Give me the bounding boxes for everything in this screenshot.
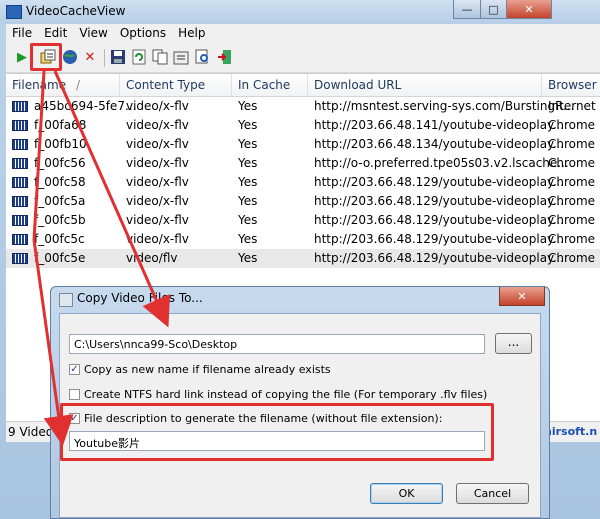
arrow-down-left	[32, 70, 46, 241]
arrow-to-destination	[53, 70, 171, 328]
arrow-to-description	[32, 239, 74, 446]
annotation-arrows	[32, 70, 171, 446]
